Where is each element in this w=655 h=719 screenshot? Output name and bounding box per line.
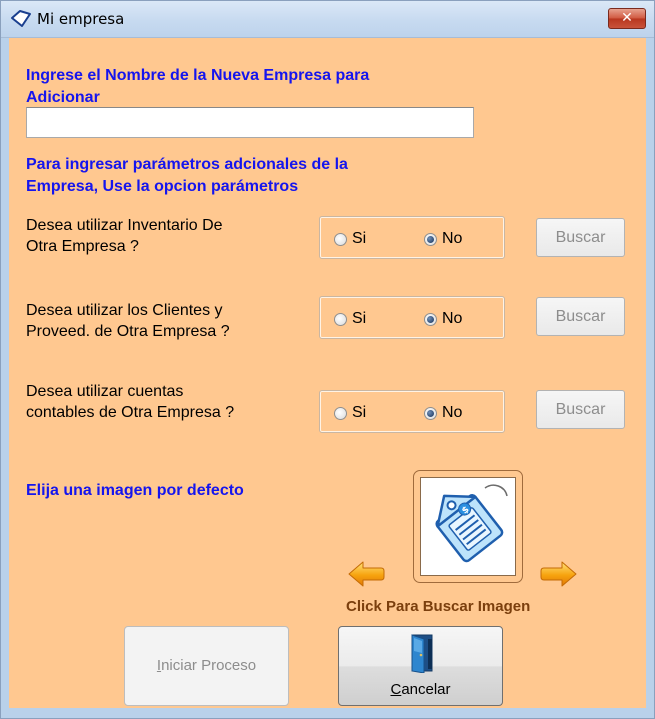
close-icon: ✕ [621, 10, 633, 26]
clients-radio-no[interactable]: No [424, 310, 462, 328]
price-tag-icon: $ [435, 484, 508, 563]
accounts-question-line2: contables de Otra Empresa ? [26, 404, 235, 421]
form-panel: Ingrese el Nombre de la Nueva Empresa pa… [9, 38, 646, 708]
radio-unchecked-icon [334, 406, 347, 420]
window-title: Mi empresa [37, 10, 125, 28]
start-process-label: niciar Proceso [161, 657, 257, 674]
inventory-radio-si[interactable]: Si [334, 230, 366, 248]
dialog-window: Mi empresa ✕ Ingrese el Nombre de la Nue… [0, 0, 655, 719]
arrow-left-icon[interactable] [347, 559, 385, 589]
parameters-hint: Para ingresar parámetros adcionales de l… [26, 154, 348, 198]
accounts-radio-no-label: No [442, 404, 463, 421]
cancel-label: Cancelar [339, 681, 502, 698]
accounts-radio-si[interactable]: Si [334, 404, 366, 422]
new-company-heading-line1: Ingrese el Nombre de la Nueva Empresa pa… [26, 67, 370, 84]
radio-unchecked-icon [334, 312, 347, 326]
inventory-radio-no-label: No [442, 230, 463, 247]
accounts-search-button[interactable]: Buscar [536, 390, 625, 429]
app-diamond-icon [11, 10, 31, 27]
default-image-preview: $ [420, 477, 516, 576]
clients-radio-group: Si No [319, 296, 505, 339]
parameters-hint-line2: Empresa, Use la opcion parámetros [26, 178, 299, 195]
clients-question-line2: Proveed. de Otra Empresa ? [26, 323, 230, 340]
cancel-access-key: C [390, 681, 402, 698]
arrow-right-icon[interactable] [540, 559, 578, 589]
radio-unchecked-icon [334, 232, 347, 246]
clients-radio-si-label: Si [352, 310, 367, 327]
accounts-radio-group: Si No [319, 390, 505, 433]
new-company-heading-line2: Adicionar [26, 89, 100, 106]
inventory-search-button[interactable]: Buscar [536, 218, 625, 257]
start-process-button[interactable]: Iniciar Proceso [124, 626, 289, 706]
clients-question: Desea utilizar los Clientes y Proveed. d… [26, 300, 230, 342]
accounts-radio-si-label: Si [352, 404, 367, 421]
cancel-label-rest: ancelar [401, 681, 451, 698]
inventory-question: Desea utilizar Inventario De Otra Empres… [26, 215, 223, 257]
clients-search-button[interactable]: Buscar [536, 297, 625, 336]
inventory-radio-si-label: Si [352, 230, 367, 247]
parameters-hint-line1: Para ingresar parámetros adcionales de l… [26, 156, 348, 173]
title-bar[interactable]: Mi empresa ✕ [1, 1, 654, 38]
company-name-input[interactable] [26, 107, 474, 138]
inventory-radio-group: Si No [319, 216, 505, 259]
cancel-button[interactable]: Cancelar [338, 626, 503, 706]
accounts-question-line1: Desea utilizar cuentas [26, 383, 184, 400]
accounts-question: Desea utilizar cuentas contables de Otra… [26, 381, 234, 423]
accounts-radio-no[interactable]: No [424, 404, 462, 422]
default-image-picker[interactable]: $ [413, 470, 523, 583]
new-company-heading: Ingrese el Nombre de la Nueva Empresa pa… [26, 65, 369, 109]
inventory-question-line2: Otra Empresa ? [26, 238, 139, 255]
inventory-radio-no[interactable]: No [424, 230, 462, 248]
close-button[interactable]: ✕ [608, 8, 646, 29]
search-image-caption: Click Para Buscar Imagen [346, 598, 531, 615]
clients-radio-no-label: No [442, 310, 463, 327]
default-image-heading: Elija una imagen por defecto [26, 482, 244, 499]
radio-checked-icon [424, 232, 437, 246]
clients-radio-si[interactable]: Si [334, 310, 366, 328]
radio-checked-icon [424, 312, 437, 326]
clients-question-line1: Desea utilizar los Clientes y [26, 302, 223, 319]
radio-checked-icon [424, 406, 437, 420]
door-exit-icon [411, 634, 433, 673]
inventory-question-line1: Desea utilizar Inventario De [26, 217, 223, 234]
